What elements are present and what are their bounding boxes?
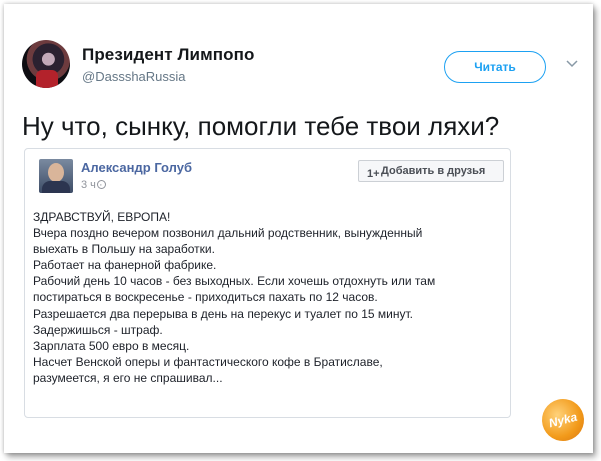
post-line: Разрешается два перерыва в день на перек…: [33, 306, 413, 321]
embedded-facebook-post: Александр Голуб 3 ч · 1+ Добавить в друз…: [24, 148, 511, 418]
author-avatar[interactable]: [22, 40, 70, 88]
author-handle[interactable]: @DassshaRussia: [82, 69, 186, 84]
post-line: Задержишься - штраф.: [33, 322, 163, 337]
post-line: Вчера поздно вечером позвонил дальний ро…: [33, 226, 423, 241]
post-line: ЗДРАВСТВУЙ, ЕВРОПА!: [33, 210, 171, 224]
author-name[interactable]: Президент Лимпопо: [82, 45, 254, 65]
post-line: Рабочий день 10 часов - без выходных. Ес…: [33, 274, 436, 289]
follow-button[interactable]: Читать: [444, 51, 546, 83]
fb-author-name[interactable]: Александр Голуб: [81, 160, 192, 175]
globe-icon: [97, 180, 106, 189]
post-line: постираться в воскресенье - приходиться …: [33, 290, 378, 305]
post-line: выехать в Польшу на заработки.: [33, 242, 215, 257]
post-line: Насчет Венской оперы и фантастического к…: [33, 354, 383, 369]
post-line: разумеется, я его не спрашивал...: [33, 370, 223, 385]
fb-post-text: ЗДРАВСТВУЙ, ЕВРОПА! Вчера поздно вечером…: [33, 209, 435, 386]
add-friend-button[interactable]: 1+ Добавить в друзья: [358, 160, 504, 182]
chevron-down-icon[interactable]: [565, 56, 579, 70]
add-friend-icon: 1+: [367, 168, 380, 180]
post-line: Работает на фанерной фабрике.: [33, 258, 217, 273]
tweet-text: Ну что, сынку, помогли тебе твои ляхи?: [22, 111, 500, 141]
post-line: Зарплата 500 евро в месяц.: [33, 338, 190, 353]
add-friend-label: Добавить в друзья: [381, 165, 486, 177]
fb-author-avatar[interactable]: [39, 159, 73, 193]
